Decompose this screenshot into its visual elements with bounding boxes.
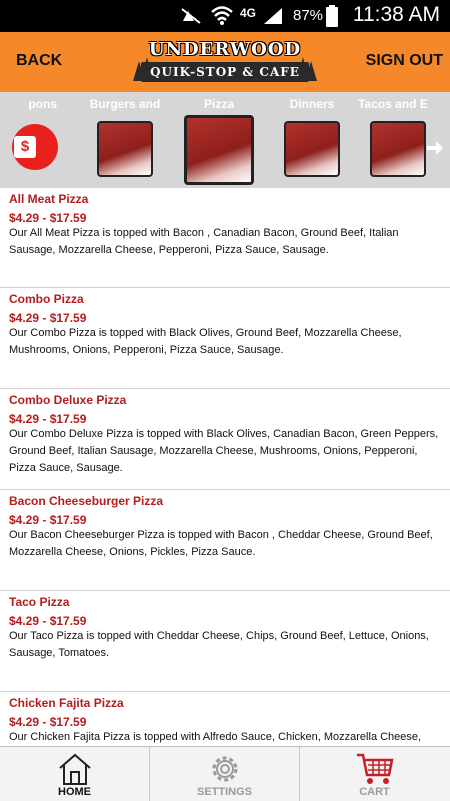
tab-label: CART xyxy=(359,786,390,798)
item-price: $4.29 - $17.59 xyxy=(9,614,87,628)
item-description: Our Bacon Cheeseburger Pizza is topped w… xyxy=(9,529,433,558)
gear-icon xyxy=(212,756,237,782)
coupon-icon: $ xyxy=(12,124,58,170)
tab-home[interactable]: HOME xyxy=(0,747,149,801)
item-description: Our Taco Pizza is topped with Cheddar Ch… xyxy=(9,630,429,659)
category-label: Burgers and xyxy=(89,97,161,111)
category-label: pons xyxy=(28,97,57,111)
menu-item[interactable]: Chicken Fajita Pizza $4.29 - $17.59 Our … xyxy=(0,692,450,746)
category-burgers[interactable]: Burgers and xyxy=(75,92,175,188)
category-thumbnail xyxy=(97,121,153,177)
item-name: All Meat Pizza xyxy=(9,192,89,206)
sign-out-button[interactable]: SIGN OUT xyxy=(366,52,443,70)
tab-settings[interactable]: SETTINGS xyxy=(150,747,299,801)
item-price: $4.29 - $17.59 xyxy=(9,311,87,325)
wifi-icon xyxy=(211,6,233,25)
logo-title: UNDERWOOD xyxy=(148,39,302,60)
status-bar: 4G 87% 11:38 AM xyxy=(0,0,450,32)
category-thumbnail xyxy=(370,121,426,177)
item-price: $4.29 - $17.59 xyxy=(9,211,87,225)
item-description: Our Combo Deluxe Pizza is topped with Bl… xyxy=(9,428,439,474)
menu-item[interactable]: Bacon Cheeseburger Pizza $4.29 - $17.59 … xyxy=(0,490,450,591)
category-thumbnail xyxy=(284,121,340,177)
home-icon xyxy=(58,753,91,785)
app-header: BACK UNDERWOOD QUIK-STOP & CAFE SIGN OUT xyxy=(0,32,450,92)
menu-item-list[interactable]: All Meat Pizza $4.29 - $17.59 Our All Me… xyxy=(0,188,450,746)
clock: 11:38 AM xyxy=(352,3,440,26)
menu-item[interactable]: All Meat Pizza $4.29 - $17.59 Our All Me… xyxy=(0,188,450,288)
scroll-right-arrow-icon[interactable] xyxy=(426,139,444,157)
category-coupons[interactable]: pons $ xyxy=(0,92,82,188)
signal-icon xyxy=(264,8,282,24)
item-name: Chicken Fajita Pizza xyxy=(9,696,124,710)
category-pizza[interactable]: Pizza xyxy=(169,92,269,188)
bottom-tab-bar: HOME SETTINGS CART xyxy=(0,746,450,801)
dollar-tag-icon: $ xyxy=(14,136,36,158)
logo-band: QUIK-STOP & CAFE xyxy=(141,62,309,82)
item-name: Combo Pizza xyxy=(9,292,84,306)
underwood-logo: UNDERWOOD QUIK-STOP & CAFE xyxy=(133,39,317,87)
item-price: $4.29 - $17.59 xyxy=(9,715,87,729)
tab-label: SETTINGS xyxy=(196,786,252,798)
mute-icon xyxy=(181,8,201,24)
menu-item[interactable]: Taco Pizza $4.29 - $17.59 Our Taco Pizza… xyxy=(0,591,450,692)
cart-icon xyxy=(356,753,394,784)
item-description: Our Combo Pizza is topped with Black Oli… xyxy=(9,327,402,356)
item-description: Our All Meat Pizza is topped with Bacon … xyxy=(9,227,399,256)
category-dinners[interactable]: Dinners xyxy=(262,92,362,188)
network-type: 4G xyxy=(240,6,257,20)
menu-item[interactable]: Combo Deluxe Pizza $4.29 - $17.59 Our Co… xyxy=(0,389,450,490)
logo-subtitle: QUIK-STOP & CAFE xyxy=(150,65,300,79)
back-button[interactable]: BACK xyxy=(16,52,62,70)
category-label: Pizza xyxy=(203,97,234,111)
item-description: Our Chicken Fajita Pizza is topped with … xyxy=(9,731,422,743)
category-thumbnail xyxy=(184,115,254,185)
item-name: Combo Deluxe Pizza xyxy=(9,393,127,407)
menu-item[interactable]: Combo Pizza $4.29 - $17.59 Our Combo Piz… xyxy=(0,288,450,389)
item-price: $4.29 - $17.59 xyxy=(9,412,87,426)
tab-cart[interactable]: CART xyxy=(300,747,449,801)
item-name: Taco Pizza xyxy=(9,595,70,609)
item-price: $4.29 - $17.59 xyxy=(9,513,87,527)
category-label: Tacos and E xyxy=(358,97,428,111)
category-carousel[interactable]: pons $ Burgers and Pizza Dinners Tacos a… xyxy=(0,92,450,188)
tab-label: HOME xyxy=(58,786,91,798)
battery-icon xyxy=(326,5,338,27)
category-label: Dinners xyxy=(289,97,335,111)
battery-percent: 87% xyxy=(293,7,324,24)
item-name: Bacon Cheeseburger Pizza xyxy=(9,494,164,508)
